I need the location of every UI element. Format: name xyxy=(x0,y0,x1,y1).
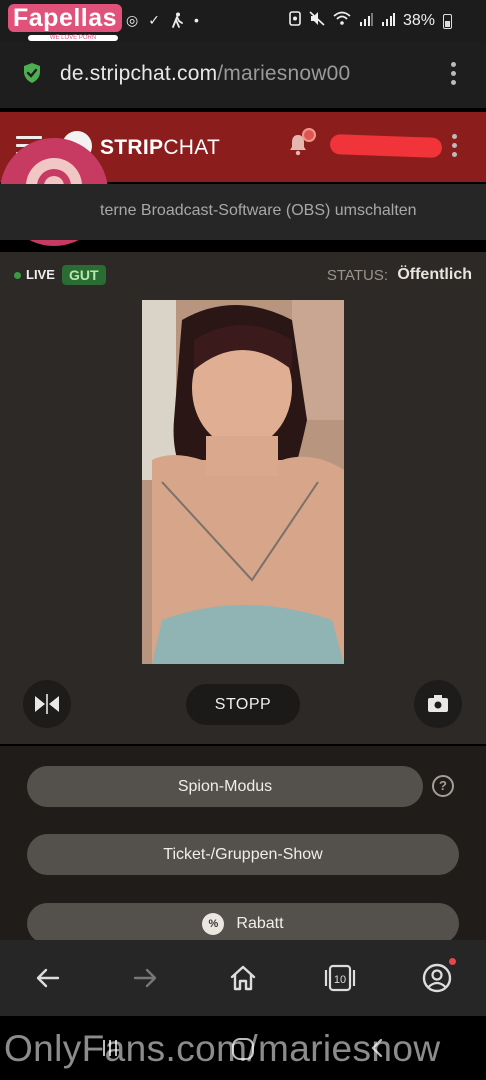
redacted-username xyxy=(329,134,443,158)
camera-preview xyxy=(142,300,344,664)
arrow-right-icon xyxy=(133,968,157,988)
status-value[interactable]: Öffentlich xyxy=(397,266,472,284)
tabs-count: 10 xyxy=(334,974,346,986)
mirror-icon xyxy=(35,694,59,714)
live-label: LIVE xyxy=(26,267,55,282)
spy-mode-button[interactable]: Spion-Modus xyxy=(27,766,423,807)
switch-camera-button[interactable] xyxy=(414,680,462,728)
tabs-button[interactable]: 10 xyxy=(324,962,356,994)
brand-thin: CHAT xyxy=(163,136,221,159)
home-icon xyxy=(230,965,256,991)
account-icon xyxy=(422,963,452,993)
home-button[interactable] xyxy=(227,962,259,994)
status-label: STATUS: xyxy=(326,267,388,284)
notification-dot xyxy=(302,128,316,142)
url-path: /mariesnow00 xyxy=(217,62,351,85)
browser-bottom-nav: 10 xyxy=(0,940,486,1016)
browser-url-bar[interactable]: de.stripchat.com/mariesnow00 xyxy=(0,42,486,108)
arrow-left-icon xyxy=(36,968,60,988)
fapellas-logo-text: Fapellas xyxy=(8,4,123,32)
obs-switch-text: terne Broadcast-Software (OBS) umschalte… xyxy=(100,202,417,219)
url-text[interactable]: de.stripchat.com/mariesnow00 xyxy=(60,62,350,86)
dot-icon: • xyxy=(193,12,199,28)
obs-switch-banner[interactable]: terne Broadcast-Software (OBS) umschalte… xyxy=(0,184,486,240)
mirror-button[interactable] xyxy=(23,680,71,728)
battery-percentage: 38% xyxy=(402,12,435,29)
live-indicator-dot xyxy=(14,272,21,279)
account-notification-dot xyxy=(449,958,456,965)
signal-icon-1 xyxy=(359,12,373,31)
help-icon[interactable]: ? xyxy=(432,775,454,797)
broadcast-panel: LIVE GUT STATUS: Öffentlich STOPP xyxy=(0,252,486,744)
url-host: de.stripchat.com xyxy=(60,62,218,85)
account-button[interactable] xyxy=(421,962,453,994)
security-shield-icon[interactable] xyxy=(22,62,42,84)
switch-camera-icon xyxy=(428,695,448,712)
wifi-icon xyxy=(333,11,351,31)
check-icon: ✓ xyxy=(148,12,160,28)
ticket-group-show-button[interactable]: Ticket-/Gruppen-Show xyxy=(27,834,459,875)
tabs-icon: 10 xyxy=(324,964,356,992)
walking-icon xyxy=(170,12,184,31)
site-menu-icon[interactable] xyxy=(452,134,458,157)
stop-broadcast-button[interactable]: STOPP xyxy=(186,684,300,725)
back-button[interactable] xyxy=(32,962,64,994)
quality-badge: GUT xyxy=(62,265,106,285)
discount-percent-icon: % xyxy=(202,912,225,935)
stripchat-logo-text[interactable]: STRIPCHAT xyxy=(100,136,220,160)
show-options: Spion-Modus ? Ticket-/Gruppen-Show % Raba… xyxy=(0,746,486,944)
status-notification-icons: ◎ ✓ • xyxy=(126,12,199,31)
browser-menu-icon[interactable] xyxy=(451,62,457,85)
fapellas-watermark: Fapellas WE LOVE PORN xyxy=(8,4,123,41)
discount-label: Rabatt xyxy=(236,915,284,932)
brand-bold: STRIP xyxy=(100,136,164,159)
discount-button[interactable]: % Rabatt xyxy=(27,903,459,944)
fapellas-tagline: WE LOVE PORN xyxy=(28,35,118,41)
nfc-icon xyxy=(289,11,301,31)
forward-button[interactable] xyxy=(129,962,161,994)
mute-icon xyxy=(309,11,325,31)
battery-icon xyxy=(443,13,452,29)
status-right: 38% xyxy=(289,11,452,31)
instagram-icon: ◎ xyxy=(126,12,139,28)
signal-icon-2 xyxy=(381,12,395,31)
onlyfans-watermark: OnlyFans.com/mariesnow xyxy=(4,1028,441,1069)
